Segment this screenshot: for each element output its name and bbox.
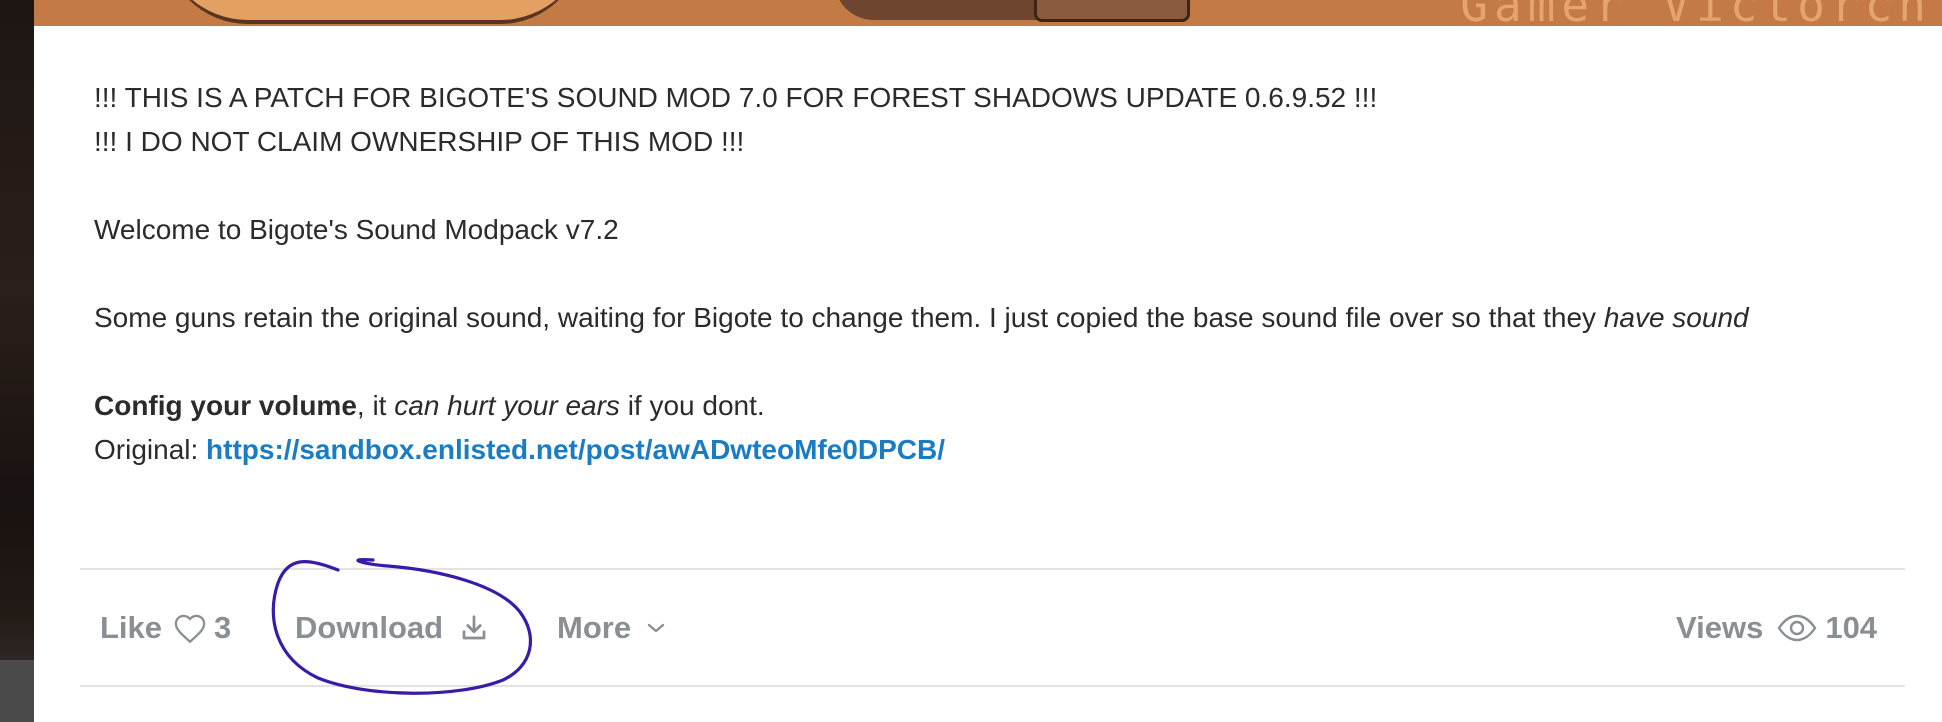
post-actions-bar: Like 3 Download More Views 104 [80, 568, 1905, 688]
chevron-down-icon [645, 620, 667, 636]
config-italic: can hurt your ears [394, 390, 620, 421]
banner-text: Gamer_Victorch [1460, 0, 1932, 26]
original-link[interactable]: https://sandbox.enlisted.net/post/awADwt… [206, 434, 945, 465]
post-banner-image: Gamer_Victorch [34, 0, 1942, 26]
background-strip-bottom [0, 660, 34, 722]
like-count: 3 [214, 610, 232, 645]
post-line-welcome: Welcome to Bigote's Sound Modpack v7.2 [94, 214, 619, 245]
like-label: Like [100, 610, 163, 645]
guns-italic: have sound [1603, 302, 1749, 333]
views-counter: Views 104 [1676, 604, 1877, 652]
background-strip [0, 0, 34, 722]
views-count: 104 [1825, 610, 1878, 645]
guns-text: Some guns retain the original sound, wai… [94, 302, 1604, 333]
post-paragraph-guns: Some guns retain the original sound, wai… [94, 296, 1904, 340]
banner-shape [164, 0, 584, 24]
download-button[interactable]: Download [295, 604, 489, 652]
original-label: Original: [94, 434, 207, 465]
download-icon [459, 613, 489, 643]
post-body: !!! THIS IS A PATCH FOR BIGOTE'S SOUND M… [94, 76, 1904, 472]
more-button[interactable]: More [557, 604, 667, 652]
post-line-ownership: !!! I DO NOT CLAIM OWNERSHIP OF THIS MOD… [94, 126, 745, 157]
download-label: Download [295, 610, 444, 645]
actions-divider-bottom [80, 685, 1905, 687]
banner-shape [1034, 0, 1190, 22]
post-paragraph-config: Config your volume, it can hurt your ear… [94, 384, 1904, 428]
like-button[interactable]: Like 3 [100, 604, 231, 652]
config-bold: Config your volume [94, 390, 357, 421]
views-label: Views [1676, 610, 1764, 645]
eye-icon [1777, 614, 1817, 642]
heart-outline-icon [172, 612, 208, 644]
post-line-original: Original: https://sandbox.enlisted.net/p… [94, 428, 1904, 472]
post-line-patch-notice: !!! THIS IS A PATCH FOR BIGOTE'S SOUND M… [94, 82, 1378, 113]
config-mid: , it [356, 390, 395, 421]
config-end: if you dont. [619, 390, 765, 421]
more-label: More [557, 610, 632, 645]
